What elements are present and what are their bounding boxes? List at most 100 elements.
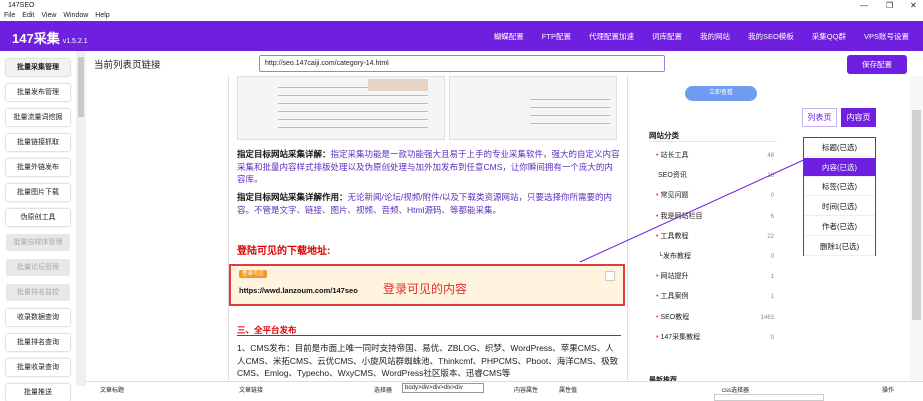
- category-count: 6: [770, 213, 774, 220]
- url-input[interactable]: http://seo.147caiji.com/category-14.html: [259, 55, 665, 72]
- category-count: 0: [770, 334, 774, 341]
- field-item[interactable]: 标题(已选): [804, 138, 875, 157]
- sidebar-item[interactable]: 批量链接抓取: [6, 134, 70, 151]
- window-titlebar: 147SEO — ❐ ✕: [0, 0, 923, 11]
- col-header: 文章链接: [239, 388, 264, 394]
- hidden-content-text: 登录可见的内容: [383, 282, 468, 296]
- category-label: 网站提升: [660, 273, 689, 281]
- category-item[interactable]: • 常见问题 0: [656, 191, 778, 201]
- category-item[interactable]: • 我是网站栏目 6: [656, 212, 778, 222]
- download-heading: 登陆可见的下载地址:: [237, 246, 331, 257]
- field-item[interactable]: 删除1(已选): [804, 237, 875, 256]
- field-item[interactable]: 内容(已选): [804, 157, 875, 177]
- para-bold: 指定目标网站采集详解：: [237, 149, 331, 159]
- category-item[interactable]: • 网站提升 1: [656, 272, 778, 282]
- divider: [649, 141, 777, 142]
- bullet-icon: •: [656, 192, 659, 200]
- bullet-icon: •: [656, 212, 659, 220]
- nav-item[interactable]: 代理配置加速: [589, 31, 634, 42]
- field-item[interactable]: 标签(已选): [804, 177, 875, 197]
- bullet-icon: •: [656, 333, 659, 341]
- sidebar-item[interactable]: 批量推送: [6, 384, 70, 401]
- menu-file[interactable]: File: [4, 12, 15, 19]
- sidebar-item[interactable]: 批量图片下载: [6, 184, 70, 201]
- category-item[interactable]: └发布教程 0: [656, 252, 778, 262]
- col-header: 文章标题: [100, 388, 125, 394]
- sidebar-item[interactable]: 批量排名查询: [6, 334, 70, 351]
- version-label: v1.5.2.1: [62, 38, 88, 45]
- sidebar-item[interactable]: 收录数据查询: [6, 309, 70, 326]
- scrollbar-thumb[interactable]: [78, 57, 84, 117]
- nav-item[interactable]: VPS账号设置: [864, 31, 909, 42]
- view-now-button[interactable]: 立即查看: [685, 86, 757, 101]
- field-item[interactable]: 时间(已选): [804, 197, 875, 217]
- screenshot-image: [449, 76, 617, 140]
- login-tag: 登录可见: [239, 270, 268, 278]
- category-item[interactable]: • 站长工具 48: [656, 151, 778, 161]
- nav-item[interactable]: 我的网站: [700, 31, 730, 42]
- category-count: 1463: [760, 314, 774, 321]
- menu-window[interactable]: Window: [63, 12, 88, 19]
- page-preview[interactable]: 指定目标网站采集详解：指定采集功能是一款功能强大且易于上手的专业采集软件，强大的…: [228, 76, 628, 380]
- para-text: 1、CMS发布：目前是市面上唯一同时支持帝国、易优、ZBLOG、织梦、WordP…: [237, 343, 619, 378]
- nav-item[interactable]: FTP配置: [542, 31, 571, 42]
- rules-table-header: 文章标题 文章链接 选择器 body>div>div>div>div 内容属性 …: [86, 381, 923, 401]
- preview-side-banner: 立即查看: [643, 76, 783, 124]
- minimize-icon[interactable]: —: [860, 0, 868, 11]
- category-count: 16: [767, 173, 774, 180]
- sidebar-item: 批量自媒体管理: [6, 234, 70, 251]
- download-link[interactable]: https://wwd.lanzoum.com/147seo: [239, 286, 358, 295]
- field-item[interactable]: 作者(已选): [804, 217, 875, 236]
- menu-edit[interactable]: Edit: [22, 12, 34, 19]
- sidebar-item[interactable]: 批量采集管理: [6, 59, 70, 76]
- menu-bar: File Edit View Window Help: [0, 11, 923, 21]
- category-count: 0: [770, 193, 774, 200]
- preview-scrollbar[interactable]: [910, 76, 923, 380]
- sidebar-item[interactable]: 批量收录查询: [6, 359, 70, 376]
- sidebar-item[interactable]: 批量外链发布: [6, 159, 70, 176]
- bullet-icon: •: [656, 232, 659, 240]
- category-item[interactable]: • 工具案例 1: [656, 292, 778, 302]
- save-config-button[interactable]: 保存配置: [847, 55, 907, 74]
- menu-help[interactable]: Help: [95, 12, 109, 19]
- brand-logo: 147采集 v1.5.2.1: [12, 28, 88, 47]
- category-label: 站长工具: [660, 152, 689, 159]
- selector-input[interactable]: body>div>div>div>div: [402, 383, 484, 393]
- col-header: 属性值: [559, 388, 578, 394]
- list-page-button[interactable]: 列表页: [802, 108, 837, 127]
- nav-item[interactable]: 词库配置: [652, 31, 682, 42]
- nav-item[interactable]: 我的SEO模板: [748, 31, 794, 42]
- sidebar-item[interactable]: 批量流量词挖掘: [6, 109, 70, 126]
- sidebar-item[interactable]: 伪原创工具: [6, 209, 70, 226]
- category-item[interactable]: • 147采集教程 0: [656, 333, 778, 343]
- lock-icon: [605, 271, 615, 281]
- category-label: SEO资讯: [658, 172, 687, 180]
- category-item[interactable]: • SEO教程 1463: [656, 313, 778, 323]
- category-label: └发布教程: [658, 253, 691, 260]
- divider: [237, 335, 621, 336]
- close-icon[interactable]: ✕: [910, 0, 917, 11]
- content-page-button[interactable]: 内容页: [841, 108, 876, 127]
- preview-screenshots: [237, 76, 617, 142]
- nav-item[interactable]: 蝴蝶配置: [494, 31, 524, 42]
- category-count: 22: [767, 233, 774, 240]
- category-item[interactable]: SEO资讯 16: [656, 171, 778, 181]
- col-header: 操作: [882, 388, 895, 394]
- sidebar: 批量采集管理 批量发布管理 批量流量词挖掘 批量链接抓取 批量外链发布 批量图片下载 伪原创…: [0, 51, 86, 401]
- col-header: css选择器: [722, 388, 750, 394]
- sidebar-item[interactable]: 批量发布管理: [6, 84, 70, 101]
- category-heading: 网站分类: [649, 131, 679, 140]
- bullet-icon: •: [656, 273, 659, 281]
- hidden-content-box[interactable]: 登录可见 https://wwd.lanzoum.com/147seo 登录可见…: [229, 264, 625, 306]
- field-list: 标题(已选) 内容(已选) 标签(已选) 时间(已选) 作者(已选) 删除1(已选): [803, 137, 876, 256]
- scrollbar-thumb[interactable]: [912, 110, 921, 320]
- bullet-icon: •: [656, 313, 659, 321]
- url-bar: 当前列表页链接 http://seo.147caiji.com/category…: [86, 51, 923, 76]
- nav-item[interactable]: 采集QQ群: [812, 31, 846, 42]
- category-item[interactable]: • 工具教程 22: [656, 232, 778, 242]
- maximize-icon[interactable]: ❐: [886, 0, 893, 11]
- category-count: 48: [767, 153, 774, 159]
- menu-view[interactable]: View: [41, 12, 56, 19]
- para-bold: 指定目标网站采集详解作用：: [237, 192, 348, 202]
- sidebar-scrollbar[interactable]: [76, 51, 86, 386]
